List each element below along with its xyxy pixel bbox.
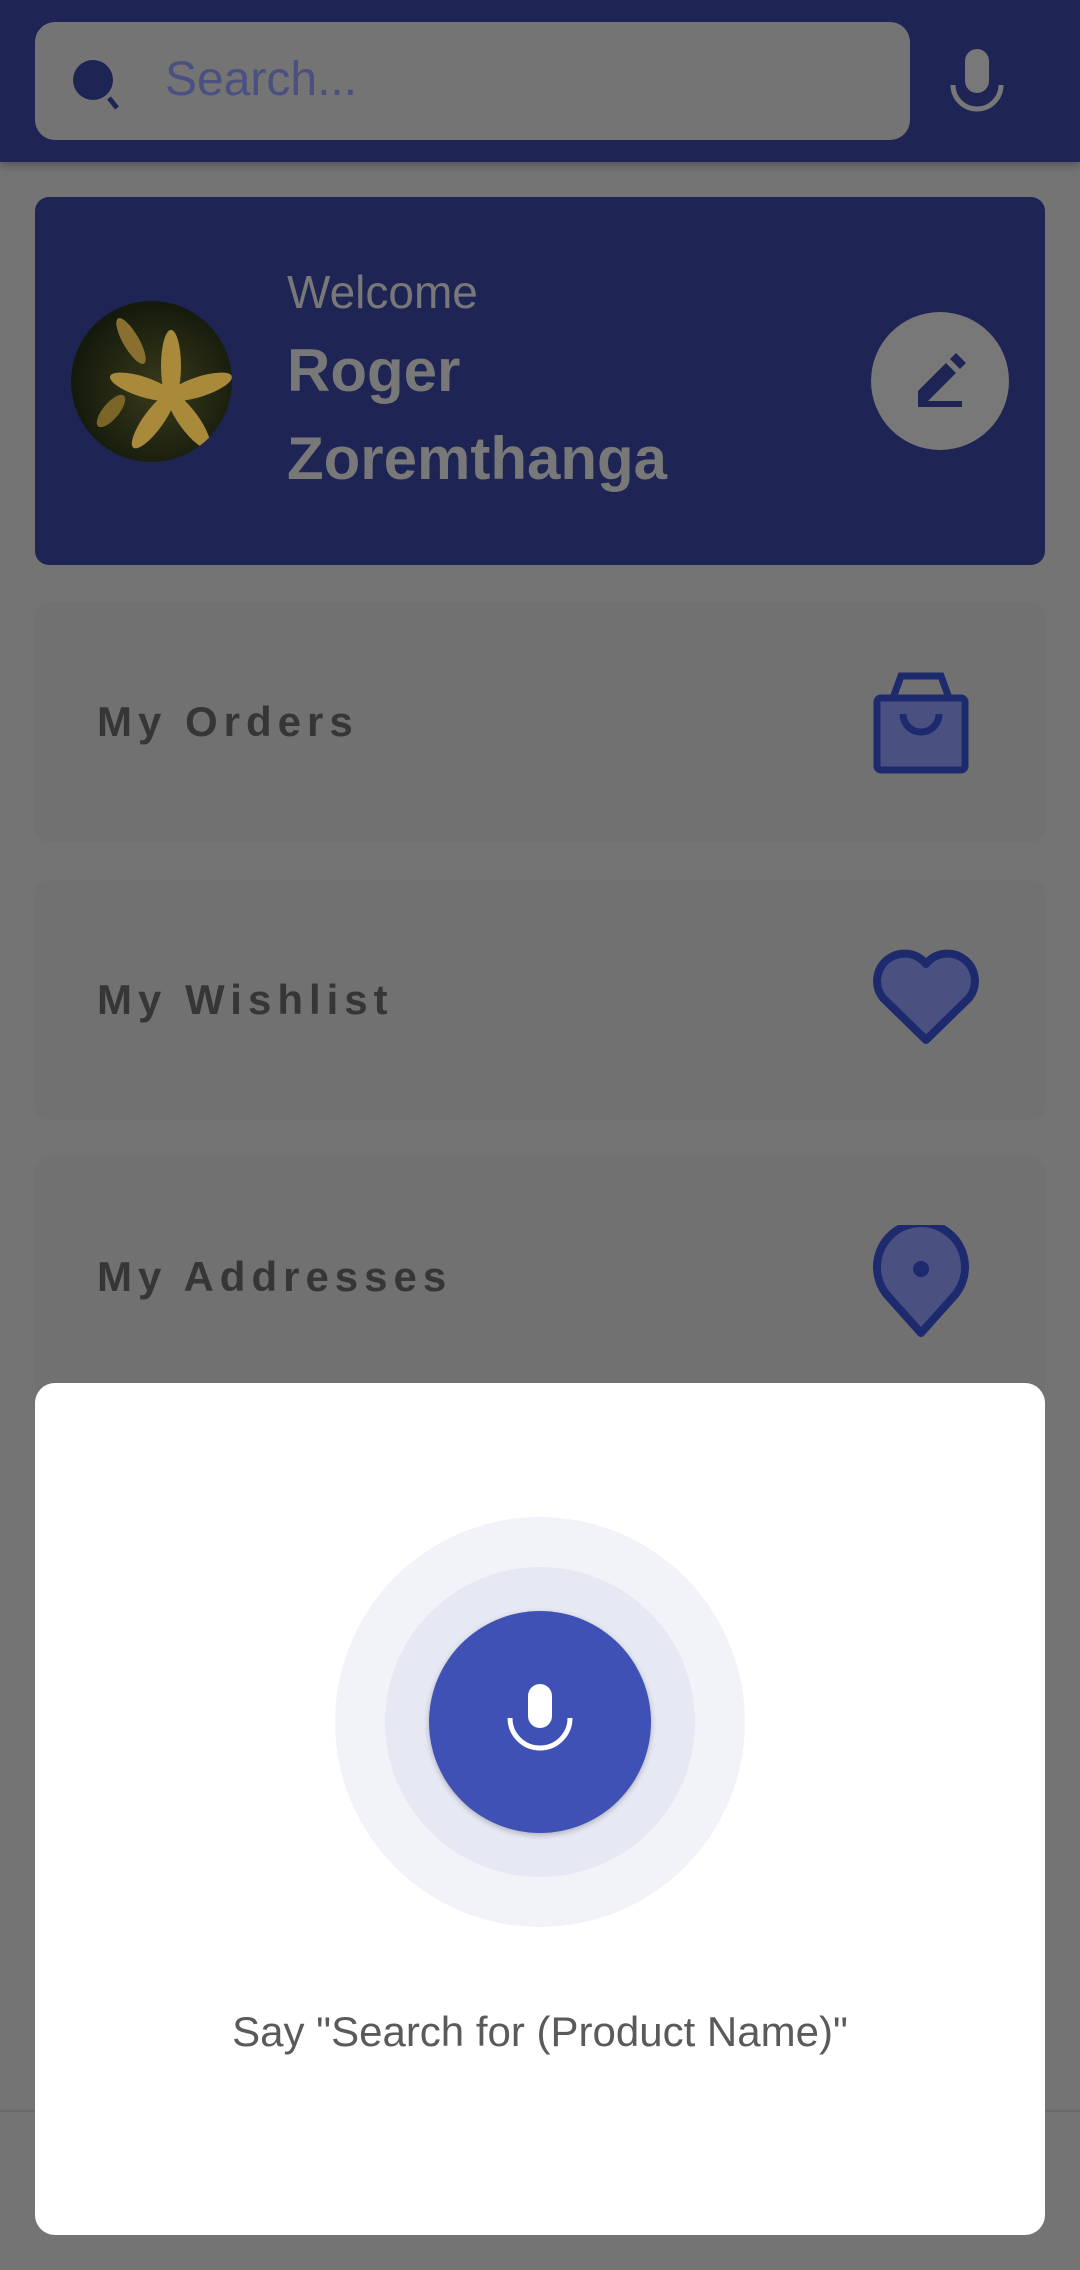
voice-search-dialog: Say "Search for (Product Name)" (35, 1383, 1045, 2235)
top-app-bar: Search... (0, 0, 1080, 162)
user-name: Roger Zoremthanga (287, 337, 668, 492)
avatar (71, 301, 232, 462)
voice-mic-button[interactable] (429, 1611, 651, 1833)
search-placeholder: Search... (165, 53, 358, 106)
location-pin-icon (873, 1225, 969, 1337)
edit-profile-button[interactable] (871, 312, 1009, 450)
voice-hint-text: Say "Search for (Product Name)" (232, 2008, 848, 2055)
microphone-icon (507, 1684, 573, 1751)
pencil-icon (918, 353, 966, 407)
search-input[interactable]: Search... (35, 22, 910, 140)
shopping-bag-icon (873, 672, 969, 774)
microphone-icon[interactable] (945, 45, 1009, 117)
menu-item-label: My Addresses (97, 1253, 453, 1300)
search-icon (73, 60, 119, 110)
menu-item-my-orders[interactable]: My Orders (35, 602, 1045, 842)
heart-icon (873, 949, 979, 1044)
profile-card: Welcome Roger Zoremthanga (35, 197, 1045, 565)
menu-item-my-addresses[interactable]: My Addresses (35, 1157, 1045, 1397)
menu-item-label: My Orders (97, 698, 359, 745)
menu-item-my-wishlist[interactable]: My Wishlist (35, 880, 1045, 1120)
menu-item-label: My Wishlist (97, 976, 394, 1023)
welcome-label: Welcome (287, 266, 478, 318)
flower-image (96, 318, 232, 449)
